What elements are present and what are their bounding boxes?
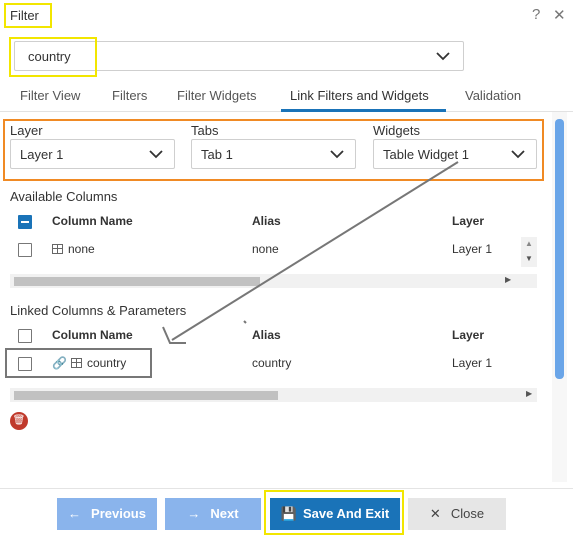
alias-cell: none: [252, 242, 279, 256]
filter-dialog: Filter ? ✕ country Filter View Filters F…: [0, 0, 573, 543]
hscroll-thumb[interactable]: [14, 391, 278, 400]
linked-columns-header: Column Name Alias Layer: [10, 322, 537, 350]
previous-label: Previous: [91, 506, 146, 521]
linked-hscroll[interactable]: ▶: [10, 388, 537, 402]
layer-cell: Layer 1: [452, 242, 493, 256]
table-column-icon: [52, 244, 63, 254]
tab-validation[interactable]: Validation: [465, 88, 521, 103]
alias-cell: country: [252, 356, 292, 370]
widgets-label: Widgets: [373, 123, 420, 138]
column-name-cell: none: [52, 242, 95, 256]
column-header-alias: Alias: [252, 328, 281, 342]
tab-filters[interactable]: Filters: [112, 88, 147, 103]
select-all-checkbox[interactable]: [18, 215, 32, 229]
chevron-down-icon: [148, 146, 164, 162]
delete-icon[interactable]: 🗑: [10, 412, 28, 430]
tab-bar: Filter View Filters Filter Widgets Link …: [0, 80, 573, 112]
available-columns-title: Available Columns: [10, 189, 118, 204]
next-button[interactable]: → Next: [165, 498, 261, 530]
row-checkbox[interactable]: [18, 243, 32, 257]
column-header-name: Column Name: [52, 214, 133, 228]
tab-link-filters-and-widgets[interactable]: Link Filters and Widgets: [290, 88, 429, 103]
close-label: Close: [450, 506, 485, 521]
select-all-checkbox[interactable]: [18, 329, 32, 343]
layer-select-value: Layer 1: [20, 147, 64, 162]
scroll-up-icon[interactable]: ▲: [525, 239, 533, 248]
widgets-select-value: Table Widget 1: [383, 147, 469, 162]
tab-filter-widgets[interactable]: Filter Widgets: [177, 88, 256, 103]
close-x-icon: ✕: [429, 506, 441, 521]
available-hscroll[interactable]: ▶: [10, 274, 537, 288]
previous-button[interactable]: ← Previous: [57, 498, 157, 530]
column-header-name: Column Name: [52, 328, 133, 342]
arrow-right-icon: →: [187, 506, 201, 521]
highlight-filter-select: [9, 37, 97, 77]
chevron-down-icon: [435, 48, 451, 64]
scroll-down-icon[interactable]: ▼: [525, 254, 533, 263]
main-scrollbar-thumb[interactable]: [555, 119, 564, 379]
layer-label: Layer: [10, 123, 43, 138]
scroll-right-icon[interactable]: ▶: [505, 275, 511, 284]
arrow-left-icon: ←: [68, 506, 82, 521]
next-label: Next: [210, 506, 239, 521]
layer-select[interactable]: Layer 1: [10, 139, 175, 169]
active-tab-indicator: [281, 109, 446, 112]
table-row[interactable]: none none Layer 1: [10, 236, 520, 264]
layer-cell: Layer 1: [452, 356, 493, 370]
tabs-select[interactable]: Tab 1: [191, 139, 356, 169]
linked-columns-title: Linked Columns & Parameters: [10, 303, 187, 318]
chevron-down-icon: [329, 146, 345, 162]
available-vscroll[interactable]: ▲ ▼: [521, 237, 537, 267]
dialog-title: Filter: [4, 3, 52, 28]
scroll-right-icon[interactable]: ▶: [526, 389, 532, 398]
column-name-text: none: [68, 242, 95, 256]
highlight-save-button: [264, 490, 404, 535]
chevron-down-icon: [510, 146, 526, 162]
hscroll-thumb[interactable]: [14, 277, 260, 286]
column-header-alias: Alias: [252, 214, 281, 228]
widgets-select[interactable]: Table Widget 1: [373, 139, 537, 169]
column-header-layer: Layer: [452, 328, 485, 342]
close-button[interactable]: ✕ Close: [408, 498, 506, 530]
close-icon[interactable]: ✕: [553, 6, 566, 24]
tabs-select-value: Tab 1: [201, 147, 233, 162]
tabs-label: Tabs: [191, 123, 219, 138]
help-icon[interactable]: ?: [532, 6, 540, 23]
available-columns-header: Column Name Alias Layer: [10, 208, 537, 236]
tab-filter-view[interactable]: Filter View: [20, 88, 80, 103]
highlight-linked-column: [5, 348, 152, 378]
column-header-layer: Layer: [452, 214, 485, 228]
